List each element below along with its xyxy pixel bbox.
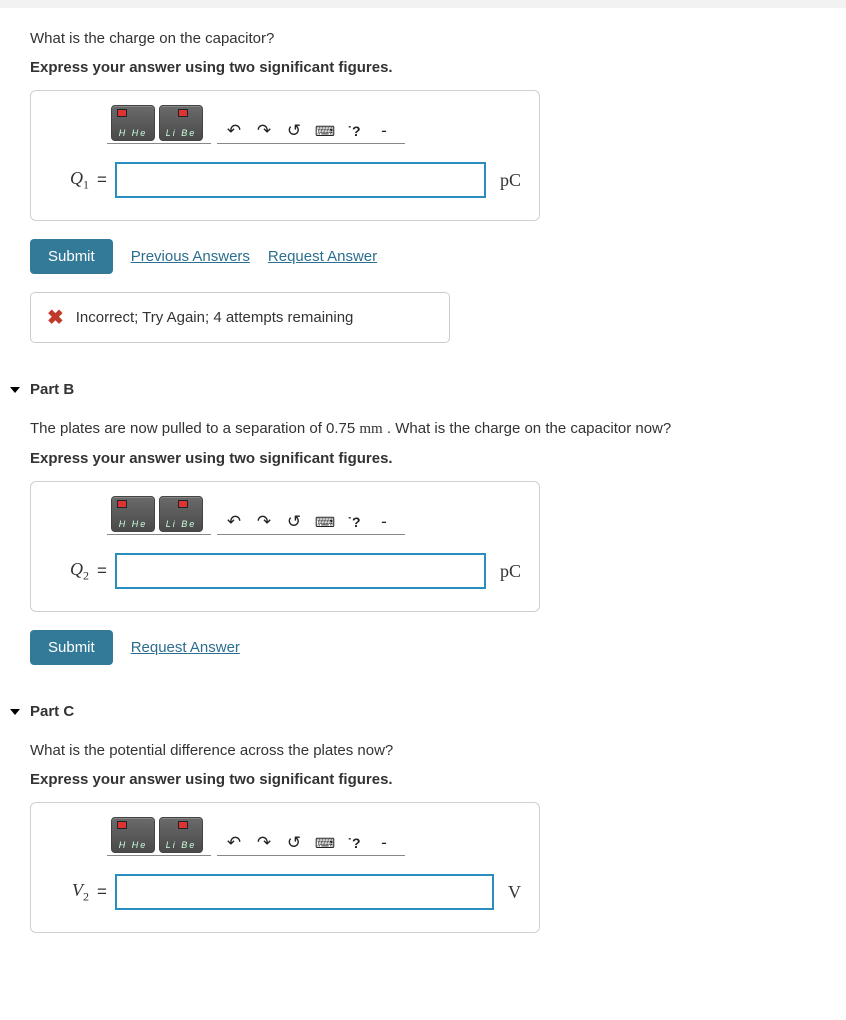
actions-a: Submit Previous Answers Request Answer bbox=[30, 239, 816, 274]
answer-box-b: ↶ ↷ ↺ ⌨ ˙? - Q2 = pC bbox=[30, 481, 540, 612]
variable-label-q2: Q2 bbox=[49, 559, 89, 584]
keyboard-icon-b[interactable]: ⌨ bbox=[311, 514, 337, 531]
edit-toolbar-group-c: ↶ ↷ ↺ ⌨ ˙? - bbox=[217, 831, 405, 856]
answer-box-c: ↶ ↷ ↺ ⌨ ˙? - V2 = V bbox=[30, 802, 540, 933]
caret-down-icon bbox=[10, 387, 20, 393]
part-a-section: What is the charge on the capacitor? Exp… bbox=[30, 28, 816, 343]
toolbar-dash-c: - bbox=[371, 833, 397, 853]
format-toolbar-group-b bbox=[107, 494, 211, 535]
part-c-header[interactable]: Part C bbox=[10, 703, 816, 720]
part-a-instruction: Express your answer using two significan… bbox=[30, 59, 816, 76]
submit-button-b[interactable]: Submit bbox=[30, 630, 113, 665]
part-c-title: Part C bbox=[30, 703, 74, 720]
reset-icon[interactable]: ↺ bbox=[281, 121, 307, 141]
help-icon-c[interactable]: ˙? bbox=[341, 835, 367, 851]
answer-row-a: Q1 = pC bbox=[49, 162, 521, 198]
equals-sign-b: = bbox=[97, 561, 107, 581]
part-a-prompt: What is the charge on the capacitor? bbox=[30, 28, 816, 49]
part-b-prompt-before: The plates are now pulled to a separatio… bbox=[30, 420, 359, 437]
variable-label-q1: Q1 bbox=[49, 168, 89, 193]
undo-icon-b[interactable]: ↶ bbox=[221, 512, 247, 532]
answer-row-b: Q2 = pC bbox=[49, 553, 521, 589]
help-icon[interactable]: ˙? bbox=[341, 123, 367, 139]
format-toolbar-group bbox=[107, 103, 211, 144]
equals-sign: = bbox=[97, 170, 107, 190]
undo-icon-c[interactable]: ↶ bbox=[221, 833, 247, 853]
reset-icon-c[interactable]: ↺ bbox=[281, 833, 307, 853]
previous-answers-link[interactable]: Previous Answers bbox=[131, 248, 250, 265]
unit-label-v: V bbox=[508, 882, 521, 903]
redo-icon[interactable]: ↷ bbox=[251, 121, 277, 141]
top-divider bbox=[0, 0, 846, 8]
toolbar-b: ↶ ↷ ↺ ⌨ ˙? - bbox=[107, 494, 521, 535]
actions-b: Submit Request Answer bbox=[30, 630, 816, 665]
periodic-table-button-2c[interactable] bbox=[159, 817, 203, 853]
help-icon-b[interactable]: ˙? bbox=[341, 514, 367, 530]
format-toolbar-group-c bbox=[107, 815, 211, 856]
part-b-unit-mm: mm bbox=[359, 421, 382, 437]
redo-icon-c[interactable]: ↷ bbox=[251, 833, 277, 853]
keyboard-icon-c[interactable]: ⌨ bbox=[311, 835, 337, 852]
part-c-prompt: What is the potential difference across … bbox=[30, 740, 816, 761]
answer-box-a: ↶ ↷ ↺ ⌨ ˙? - Q1 = pC bbox=[30, 90, 540, 221]
unit-label-pc-b: pC bbox=[500, 561, 521, 582]
reset-icon-b[interactable]: ↺ bbox=[281, 512, 307, 532]
keyboard-icon[interactable]: ⌨ bbox=[311, 123, 337, 140]
part-c-instruction: Express your answer using two significan… bbox=[30, 771, 816, 788]
part-b-prompt-after: . What is the charge on the capacitor no… bbox=[383, 420, 672, 437]
part-b-section: The plates are now pulled to a separatio… bbox=[30, 418, 816, 665]
submit-button-a[interactable]: Submit bbox=[30, 239, 113, 274]
toolbar-a: ↶ ↷ ↺ ⌨ ˙? - bbox=[107, 103, 521, 144]
periodic-table-button[interactable] bbox=[111, 105, 155, 141]
part-b-title: Part B bbox=[30, 381, 74, 398]
redo-icon-b[interactable]: ↷ bbox=[251, 512, 277, 532]
caret-down-icon-c bbox=[10, 709, 20, 715]
request-answer-link-a[interactable]: Request Answer bbox=[268, 248, 377, 265]
periodic-table-button-c[interactable] bbox=[111, 817, 155, 853]
toolbar-c: ↶ ↷ ↺ ⌨ ˙? - bbox=[107, 815, 521, 856]
toolbar-dash: - bbox=[371, 121, 397, 141]
part-b-header[interactable]: Part B bbox=[10, 381, 816, 398]
feedback-text: Incorrect; Try Again; 4 attempts remaini… bbox=[76, 309, 354, 326]
periodic-table-button-2b[interactable] bbox=[159, 496, 203, 532]
edit-toolbar-group-b: ↶ ↷ ↺ ⌨ ˙? - bbox=[217, 510, 405, 535]
periodic-table-button-2[interactable] bbox=[159, 105, 203, 141]
answer-row-c: V2 = V bbox=[49, 874, 521, 910]
periodic-table-button-b[interactable] bbox=[111, 496, 155, 532]
answer-input-q2[interactable] bbox=[115, 553, 486, 589]
edit-toolbar-group: ↶ ↷ ↺ ⌨ ˙? - bbox=[217, 119, 405, 144]
answer-input-v2[interactable] bbox=[115, 874, 494, 910]
equals-sign-c: = bbox=[97, 882, 107, 902]
part-c-section: What is the potential difference across … bbox=[30, 740, 816, 933]
request-answer-link-b[interactable]: Request Answer bbox=[131, 639, 240, 656]
toolbar-dash-b: - bbox=[371, 512, 397, 532]
feedback-box: ✖ Incorrect; Try Again; 4 attempts remai… bbox=[30, 292, 450, 343]
variable-label-v2: V2 bbox=[49, 880, 89, 905]
answer-input-q1[interactable] bbox=[115, 162, 486, 198]
undo-icon[interactable]: ↶ bbox=[221, 121, 247, 141]
unit-label-pc: pC bbox=[500, 170, 521, 191]
part-b-instruction: Express your answer using two significan… bbox=[30, 450, 816, 467]
incorrect-icon: ✖ bbox=[47, 305, 64, 330]
part-b-prompt: The plates are now pulled to a separatio… bbox=[30, 418, 816, 440]
